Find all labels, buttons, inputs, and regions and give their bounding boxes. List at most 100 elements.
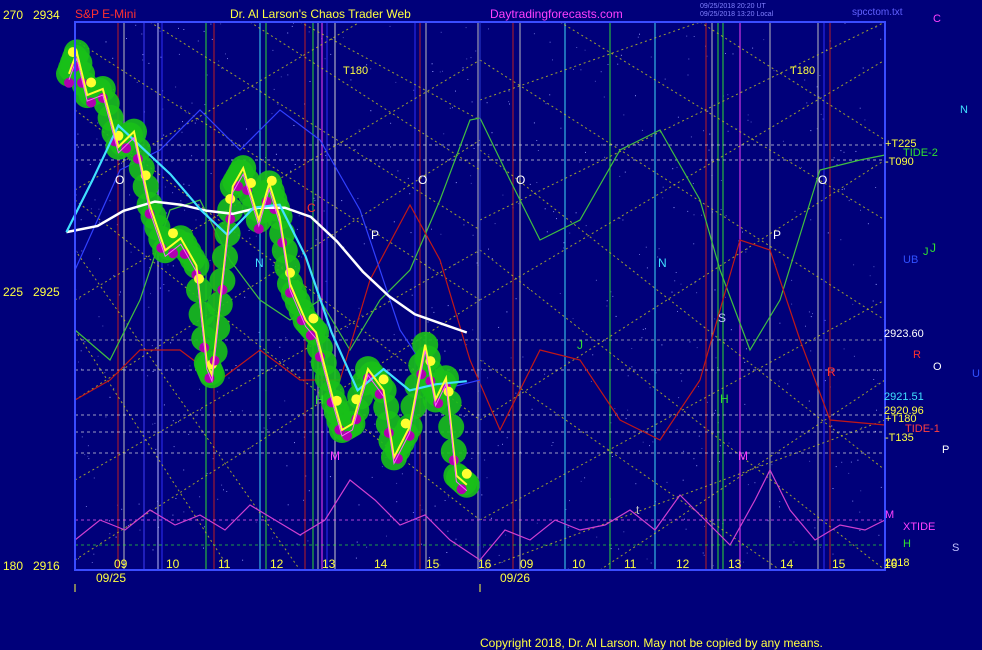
domain-link[interactable]: Daytradingforecasts.com xyxy=(490,7,623,21)
star-dot xyxy=(680,372,682,374)
star-dot xyxy=(244,296,246,298)
star-dot xyxy=(752,47,754,49)
star-dot xyxy=(793,541,795,543)
star-dot xyxy=(719,445,721,447)
star-dot xyxy=(272,537,274,539)
star-dot xyxy=(529,183,531,185)
star-dot xyxy=(172,192,174,194)
star-dot xyxy=(272,264,274,266)
star-dot xyxy=(708,149,710,151)
star-dot xyxy=(508,101,510,103)
star-dot xyxy=(447,530,449,532)
star-dot xyxy=(754,482,756,484)
star-dot xyxy=(455,538,457,540)
star-dot xyxy=(431,63,433,65)
star-dot xyxy=(307,540,309,542)
star-dot xyxy=(819,546,821,548)
star-dot xyxy=(637,144,639,146)
star-dot xyxy=(401,473,403,475)
star-dot xyxy=(714,289,716,291)
star-dot xyxy=(709,133,711,135)
star-dot xyxy=(832,488,834,489)
star-dot xyxy=(427,321,429,323)
star-dot xyxy=(255,235,257,237)
star-dot xyxy=(172,420,174,422)
star-dot xyxy=(860,209,861,211)
star-dot xyxy=(693,243,695,245)
star-dot xyxy=(782,140,784,142)
star-dot xyxy=(601,144,603,146)
x-hour-label: 09 xyxy=(520,557,534,571)
star-dot xyxy=(584,49,586,51)
star-dot xyxy=(635,483,637,485)
star-dot xyxy=(875,187,877,188)
star-dot xyxy=(862,67,864,69)
star-dot xyxy=(698,386,699,388)
chart-letter: M xyxy=(738,449,748,463)
star-dot xyxy=(844,23,846,24)
chart-letter: H xyxy=(315,393,324,407)
star-dot xyxy=(410,232,412,234)
star-dot xyxy=(390,146,391,148)
star-dot xyxy=(80,219,82,221)
star-dot xyxy=(549,41,551,43)
star-dot xyxy=(600,71,602,73)
star-dot xyxy=(78,361,79,363)
star-dot xyxy=(560,127,562,129)
star-dot xyxy=(315,239,317,241)
star-dot xyxy=(356,541,358,543)
star-dot xyxy=(342,37,344,39)
star-dot xyxy=(279,346,281,348)
star-dot xyxy=(163,134,165,136)
right-letter: C xyxy=(933,13,941,25)
star-dot xyxy=(853,264,855,266)
star-dot xyxy=(869,275,871,277)
star-dot xyxy=(89,122,91,124)
star-dot xyxy=(462,67,464,69)
star-dot xyxy=(287,74,289,76)
star-dot xyxy=(466,344,468,346)
star-dot xyxy=(184,209,186,211)
star-dot xyxy=(329,476,331,478)
star-dot xyxy=(84,454,86,456)
star-dot xyxy=(498,554,500,556)
star-dot xyxy=(421,509,423,511)
star-dot xyxy=(559,293,561,294)
star-dot xyxy=(646,267,648,269)
star-dot xyxy=(455,182,457,184)
star-dot xyxy=(536,140,538,141)
star-dot xyxy=(580,69,582,71)
star-dot xyxy=(642,328,644,330)
star-dot xyxy=(611,456,613,457)
star-dot xyxy=(506,311,508,313)
star-dot xyxy=(440,31,442,33)
y-price-label: 2916 xyxy=(33,559,60,573)
star-dot xyxy=(491,258,493,259)
star-dot xyxy=(569,500,570,502)
star-dot xyxy=(226,491,228,492)
chaos-trader-chart: 270 2934 225 2925 180 2916 09 10 11 12 13 14 15 16 09 1… xyxy=(0,0,982,650)
star-dot xyxy=(87,455,89,457)
low-dot xyxy=(86,97,97,108)
y-price-label: 2925 xyxy=(33,285,60,299)
star-dot xyxy=(841,461,843,463)
star-dot xyxy=(631,366,633,368)
star-dot xyxy=(390,122,392,124)
star-dot xyxy=(848,472,850,474)
star-dot xyxy=(138,503,140,505)
star-dot xyxy=(488,28,489,30)
instrument-title: S&P E-Mini xyxy=(75,7,136,21)
star-dot xyxy=(171,368,172,370)
star-dot xyxy=(706,55,708,57)
star-dot xyxy=(466,58,468,60)
high-dot xyxy=(461,468,472,479)
y-angle-label: 270 xyxy=(3,8,23,22)
star-dot xyxy=(861,427,863,429)
star-dot xyxy=(843,151,845,153)
star-dot xyxy=(183,29,185,30)
star-dot xyxy=(641,337,643,339)
star-dot xyxy=(498,339,500,341)
star-dot xyxy=(840,239,842,241)
star-dot xyxy=(536,522,538,524)
star-dot xyxy=(743,561,744,563)
